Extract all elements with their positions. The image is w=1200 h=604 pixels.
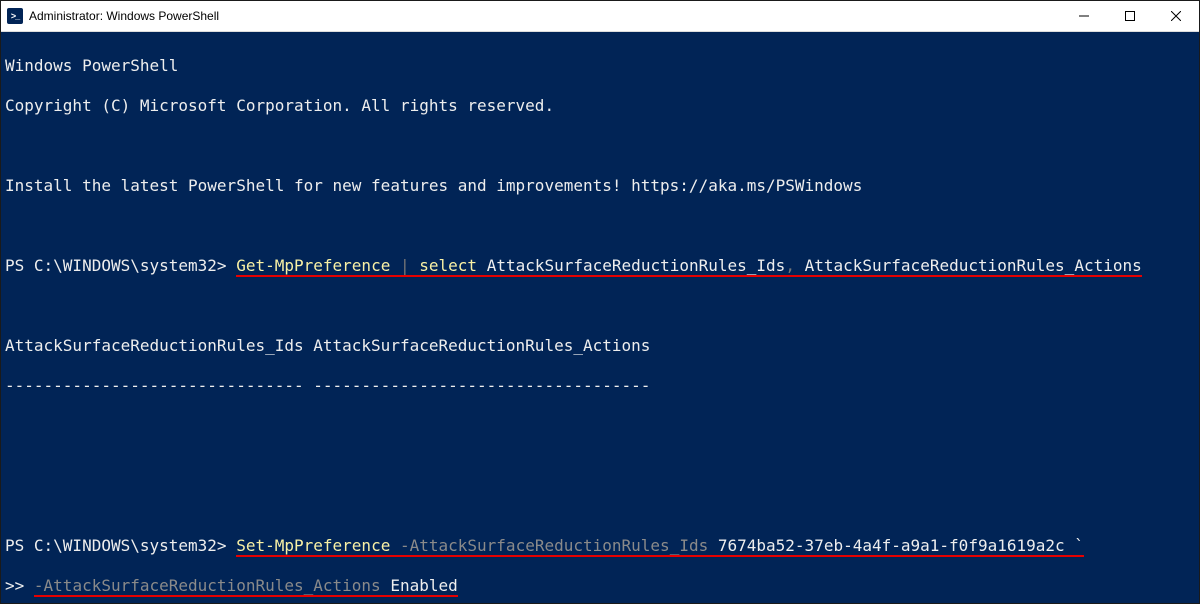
- param-actions: -AttackSurfaceReductionRules_Actions: [34, 576, 381, 597]
- blank-line: [5, 136, 1195, 156]
- table-divider: ------------------------------- --------…: [5, 376, 1195, 396]
- cmdlet-set: Set-MpPreference: [236, 536, 390, 557]
- prompt: PS C:\WINDOWS\system32>: [5, 256, 227, 275]
- window-title: Administrator: Windows PowerShell: [29, 9, 219, 23]
- underline-gap: [410, 256, 420, 277]
- pipe: |: [400, 256, 410, 277]
- underline-gap: [390, 536, 400, 557]
- terminal-line: Windows PowerShell: [5, 56, 1195, 76]
- blank-line: [5, 416, 1195, 436]
- terminal-line: >> -AttackSurfaceReductionRules_Actions …: [5, 576, 1195, 596]
- arg-enabled: Enabled: [390, 576, 457, 597]
- terminal-line: PS C:\WINDOWS\system32> Get-MpPreference…: [5, 256, 1195, 276]
- arg-ids: AttackSurfaceReductionRules_Ids: [487, 256, 786, 277]
- underline-gap: [1065, 536, 1075, 557]
- close-button[interactable]: [1153, 1, 1199, 31]
- comma: ,: [785, 256, 795, 277]
- param-ids: -AttackSurfaceReductionRules_Ids: [400, 536, 708, 557]
- arg-actions: AttackSurfaceReductionRules_Actions: [805, 256, 1142, 277]
- title-bar-left: Administrator: Windows PowerShell: [1, 8, 219, 24]
- title-bar[interactable]: Administrator: Windows PowerShell: [1, 1, 1199, 32]
- terminal-content[interactable]: Windows PowerShell Copyright (C) Microso…: [1, 32, 1199, 603]
- blank-line: [5, 456, 1195, 476]
- blank-line: [5, 216, 1195, 236]
- terminal-line: PS C:\WINDOWS\system32> Set-MpPreference…: [5, 536, 1195, 556]
- underline-gap: [477, 256, 487, 277]
- powershell-window: Administrator: Windows PowerShell Window…: [0, 0, 1200, 604]
- underline-gap: [381, 576, 391, 597]
- continuation: >>: [5, 576, 24, 595]
- terminal-line: Copyright (C) Microsoft Corporation. All…: [5, 96, 1195, 116]
- cmdlet-get: Get-MpPreference: [236, 256, 390, 277]
- cmdlet-select: select: [419, 256, 477, 277]
- prompt: PS C:\WINDOWS\system32>: [5, 536, 227, 555]
- maximize-button[interactable]: [1107, 1, 1153, 31]
- window-controls: [1061, 1, 1199, 31]
- underline-gap: [795, 256, 805, 277]
- backtick: `: [1074, 536, 1084, 557]
- underline-gap: [390, 256, 400, 277]
- minimize-button[interactable]: [1061, 1, 1107, 31]
- table-header: AttackSurfaceReductionRules_Ids AttackSu…: [5, 336, 1195, 356]
- powershell-icon: [7, 8, 23, 24]
- underline-gap: [708, 536, 718, 557]
- terminal-line: Install the latest PowerShell for new fe…: [5, 176, 1195, 196]
- blank-line: [5, 496, 1195, 516]
- blank-line: [5, 296, 1195, 316]
- guid: 7674ba52-37eb-4a4f-a9a1-f0f9a1619a2c: [718, 536, 1065, 557]
